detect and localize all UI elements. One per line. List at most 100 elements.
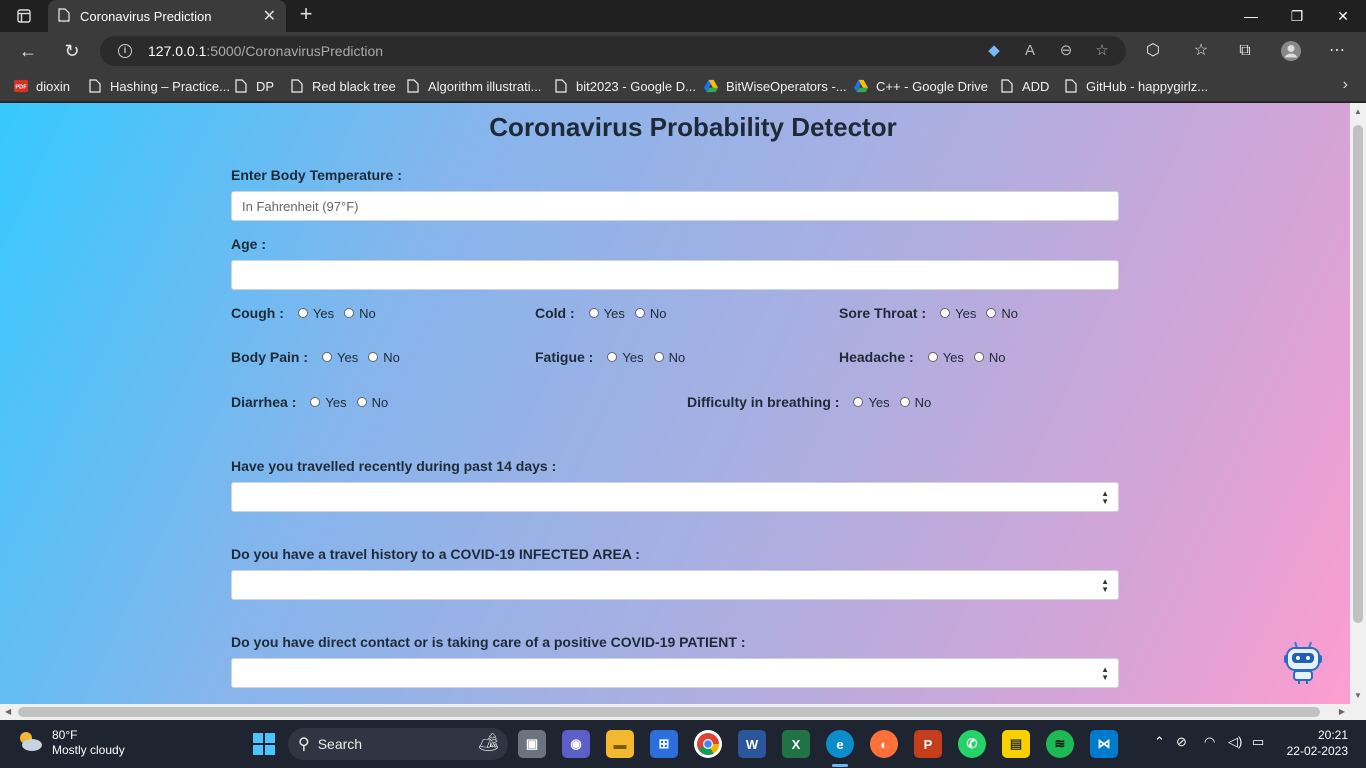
new-tab-icon[interactable]: + bbox=[294, 3, 318, 27]
headache-no-radio[interactable] bbox=[973, 352, 984, 362]
vertical-scrollbar[interactable]: ▲ ▼ bbox=[1350, 103, 1366, 704]
scroll-down-icon[interactable]: ▼ bbox=[1354, 691, 1362, 700]
fatigue-yes-radio[interactable] bbox=[607, 352, 618, 362]
bookmark-algorithm[interactable]: Algorithm illustrati... bbox=[406, 76, 541, 96]
bookmark-dioxin[interactable]: PDF dioxin bbox=[14, 76, 70, 96]
more-menu-icon[interactable]: ⋯ bbox=[1326, 40, 1348, 62]
horizontal-scrollbar[interactable]: ◀ ▶ bbox=[0, 704, 1350, 720]
chevron-right-icon[interactable]: › bbox=[1343, 76, 1348, 94]
cold-label: Cold : bbox=[535, 305, 575, 321]
tab-title: Coronavirus Prediction bbox=[80, 8, 212, 24]
network-off-icon[interactable]: ⊘ bbox=[1176, 734, 1187, 750]
collections-icon[interactable]: ⧉ bbox=[1234, 40, 1256, 62]
diarrhea-yes-radio[interactable] bbox=[310, 397, 321, 407]
scrollbar-thumb[interactable] bbox=[18, 707, 1320, 717]
sore-throat-yes-radio[interactable] bbox=[940, 308, 951, 318]
chatbot-icon[interactable] bbox=[1283, 638, 1323, 684]
teams-chat-icon[interactable]: ◉ bbox=[562, 730, 590, 758]
weather-widget[interactable]: 80°F Mostly cloudy bbox=[16, 728, 125, 758]
chevron-up-icon[interactable]: ⌃ bbox=[1154, 734, 1165, 750]
page-viewport: Coronavirus Probability Detector Enter B… bbox=[0, 103, 1350, 704]
bookmark-bitwise[interactable]: BitWiseOperators -... bbox=[704, 76, 847, 96]
powerpoint-icon[interactable]: P bbox=[914, 730, 942, 758]
scrollbar-thumb[interactable] bbox=[1353, 125, 1363, 623]
breathing-yes-radio[interactable] bbox=[853, 397, 864, 407]
scroll-up-icon[interactable]: ▲ bbox=[1354, 107, 1362, 116]
taskbar-search[interactable]: ⚲ Search 🏕 bbox=[288, 728, 508, 760]
battery-icon[interactable]: ▭ bbox=[1252, 734, 1264, 750]
back-icon[interactable]: ← bbox=[14, 38, 42, 64]
bookmark-dp[interactable]: DP bbox=[234, 76, 274, 96]
page-icon bbox=[406, 78, 420, 94]
add-favorite-icon[interactable]: ☆ bbox=[1092, 41, 1112, 61]
contact-select[interactable]: ▲ ▼ bbox=[231, 658, 1119, 688]
site-info-icon[interactable]: i bbox=[118, 44, 132, 58]
bookmark-bit2023[interactable]: bit2023 - Google D... bbox=[554, 76, 696, 96]
chrome-icon[interactable] bbox=[694, 730, 722, 758]
volume-icon[interactable]: ◁) bbox=[1228, 734, 1242, 750]
word-icon[interactable]: W bbox=[738, 730, 766, 758]
sore-throat-no-radio[interactable] bbox=[986, 308, 997, 318]
cold-no-radio[interactable] bbox=[634, 308, 645, 318]
zoom-icon[interactable]: ⊖ bbox=[1056, 41, 1076, 61]
bookmark-github[interactable]: GitHub - happygirlz... bbox=[1064, 76, 1208, 96]
sore-throat-label: Sore Throat : bbox=[839, 305, 927, 321]
diarrhea-no-radio[interactable] bbox=[356, 397, 367, 407]
bookmark-label: Hashing – Practice... bbox=[110, 78, 230, 94]
restore-icon[interactable]: ❐ bbox=[1274, 0, 1320, 32]
edge-icon[interactable]: e bbox=[826, 730, 854, 758]
age-label: Age : bbox=[231, 236, 266, 252]
bookmark-add[interactable]: ADD bbox=[1000, 76, 1049, 96]
tab-actions-icon[interactable] bbox=[10, 6, 38, 26]
search-highlight-icon: 🏕 bbox=[477, 732, 500, 752]
firefox-icon[interactable]: ◐ bbox=[870, 730, 898, 758]
sticky-notes-icon[interactable]: ▤ bbox=[1002, 730, 1030, 758]
clock[interactable]: 20:21 22-02-2023 bbox=[1286, 727, 1348, 759]
file-explorer-icon[interactable]: ▬ bbox=[606, 730, 634, 758]
select-arrows-icon: ▲ ▼ bbox=[1101, 489, 1109, 506]
cough-yes-radio[interactable] bbox=[297, 308, 308, 318]
age-input[interactable] bbox=[231, 260, 1119, 290]
coupon-tag-icon[interactable]: ◆ bbox=[984, 41, 1004, 61]
tab-coronavirus-prediction[interactable]: Coronavirus Prediction ✕ bbox=[48, 0, 286, 32]
whatsapp-icon[interactable]: ✆ bbox=[958, 730, 986, 758]
cough-no-radio[interactable] bbox=[344, 308, 355, 318]
read-aloud-icon[interactable]: A bbox=[1020, 41, 1040, 61]
google-drive-icon bbox=[854, 78, 868, 94]
excel-icon[interactable]: X bbox=[782, 730, 810, 758]
bookmark-red-black-tree[interactable]: Red black tree bbox=[290, 76, 396, 96]
no-label: No bbox=[1001, 305, 1018, 321]
scroll-right-icon[interactable]: ▶ bbox=[1339, 707, 1345, 716]
cold-yes-radio[interactable] bbox=[588, 308, 599, 318]
bookmark-hashing[interactable]: Hashing – Practice... bbox=[88, 76, 230, 96]
headache-yes-radio[interactable] bbox=[927, 352, 938, 362]
close-tab-icon[interactable]: ✕ bbox=[263, 6, 276, 26]
scroll-left-icon[interactable]: ◀ bbox=[5, 707, 11, 716]
wifi-icon[interactable]: ◠ bbox=[1204, 734, 1215, 750]
breathing-no-radio[interactable] bbox=[899, 397, 910, 407]
select-arrows-icon: ▲ ▼ bbox=[1101, 665, 1109, 682]
extensions-icon[interactable]: ⬡ bbox=[1142, 40, 1164, 62]
favorites-icon[interactable]: ☆ bbox=[1190, 40, 1212, 62]
task-view-icon[interactable]: ▣ bbox=[518, 730, 546, 758]
no-label: No bbox=[988, 349, 1006, 365]
address-bar[interactable]: i 127.0.0.1:5000/CoronavirusPrediction ◆… bbox=[100, 36, 1126, 66]
minimize-icon[interactable]: ― bbox=[1228, 0, 1274, 32]
profile-avatar[interactable] bbox=[1280, 40, 1302, 62]
bookmark-cpp-drive[interactable]: C++ - Google Drive bbox=[854, 76, 988, 96]
start-windows-icon[interactable] bbox=[250, 730, 278, 758]
infected-area-select[interactable]: ▲ ▼ bbox=[231, 570, 1119, 600]
spotify-icon[interactable]: ≋ bbox=[1046, 730, 1074, 758]
contact-label: Do you have direct contact or is taking … bbox=[231, 634, 746, 650]
fatigue-no-radio[interactable] bbox=[653, 352, 664, 362]
close-window-icon[interactable]: ✕ bbox=[1320, 0, 1366, 32]
travel-select[interactable]: ▲ ▼ bbox=[231, 482, 1119, 512]
microsoft-store-icon[interactable]: ⊞ bbox=[650, 730, 678, 758]
yes-label: Yes bbox=[325, 394, 347, 410]
vscode-icon[interactable]: ⋈ bbox=[1090, 730, 1118, 758]
temperature-input[interactable] bbox=[231, 191, 1119, 221]
body-pain-yes-radio[interactable] bbox=[322, 352, 333, 362]
refresh-icon[interactable]: ↻ bbox=[58, 38, 86, 64]
yes-label: Yes bbox=[603, 305, 625, 321]
body-pain-no-radio[interactable] bbox=[368, 352, 379, 362]
